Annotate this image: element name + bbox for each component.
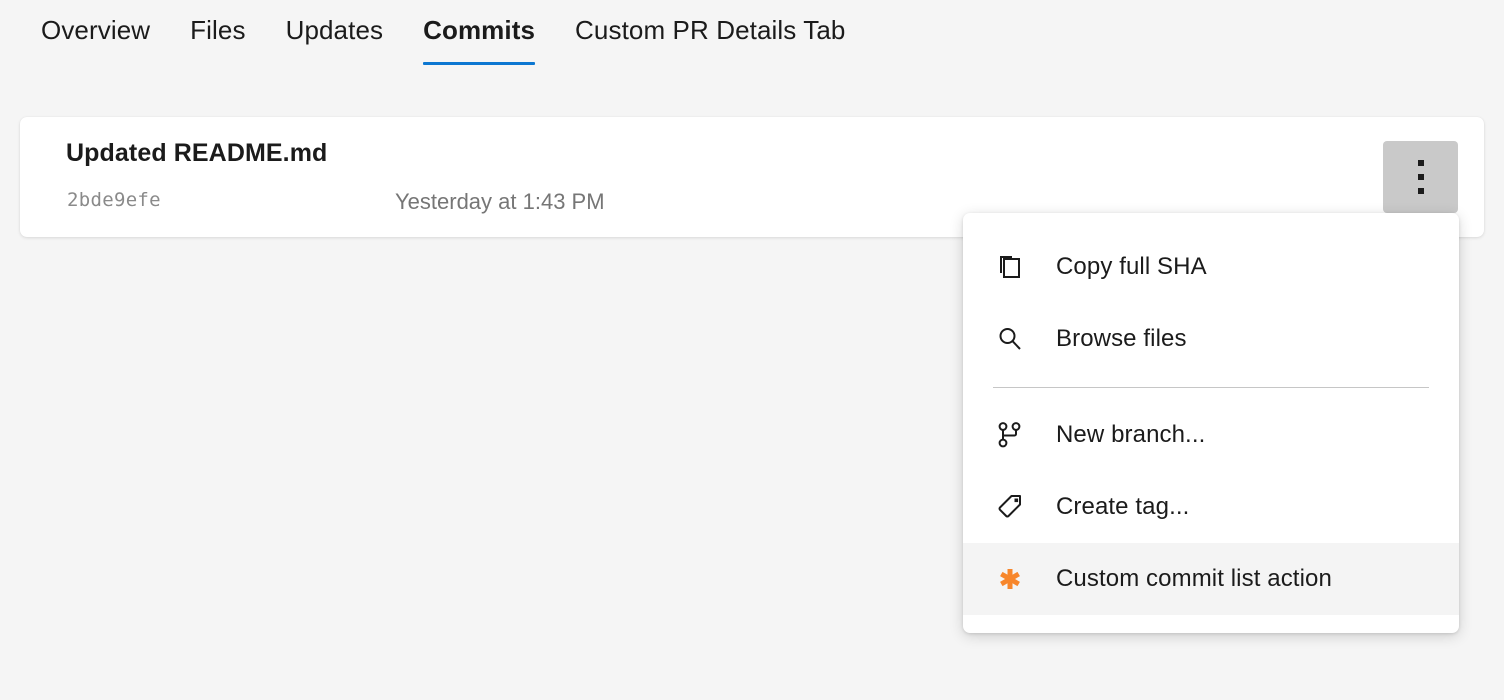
commit-date: Yesterday at 1:43 PM [395, 189, 605, 215]
tab-overview[interactable]: Overview [21, 0, 170, 93]
tab-label: Commits [423, 13, 535, 47]
search-icon [993, 322, 1027, 356]
menu-item-label: Create tag... [1056, 493, 1189, 521]
menu-item-browse-files[interactable]: Browse files [963, 303, 1459, 375]
tab-commits[interactable]: Commits [403, 0, 555, 93]
asterisk-icon [993, 562, 1027, 596]
tab-label: Files [190, 13, 245, 47]
commit-context-menu: Copy full SHA Browse files New branch... [963, 213, 1459, 633]
menu-item-label: Copy full SHA [1056, 253, 1207, 281]
kebab-menu-icon-dot [1418, 174, 1424, 180]
menu-item-create-tag[interactable]: Create tag... [963, 471, 1459, 543]
menu-bottom-padding [963, 615, 1459, 619]
branch-icon [993, 418, 1027, 452]
tab-bar: Overview Files Updates Commits Custom PR… [0, 0, 1504, 84]
tag-icon [993, 490, 1027, 524]
commit-sha: 2bde9efe [67, 189, 161, 211]
active-tab-underline [423, 62, 535, 65]
menu-divider [993, 387, 1429, 388]
kebab-menu-icon-dot [1418, 188, 1424, 194]
copy-icon [993, 250, 1027, 284]
tab-label: Overview [41, 13, 150, 47]
menu-item-label: New branch... [1056, 421, 1205, 449]
tab-files[interactable]: Files [170, 0, 265, 93]
tab-updates[interactable]: Updates [266, 0, 404, 93]
menu-item-custom-commit-list-action[interactable]: Custom commit list action [963, 543, 1459, 615]
kebab-menu-icon-dot [1418, 160, 1424, 166]
menu-item-label: Custom commit list action [1056, 565, 1332, 593]
tab-label: Custom PR Details Tab [575, 13, 845, 47]
commit-context-menu-button[interactable] [1383, 141, 1458, 213]
tab-custom-pr-details[interactable]: Custom PR Details Tab [555, 0, 865, 93]
menu-item-label: Browse files [1056, 325, 1187, 353]
menu-item-new-branch[interactable]: New branch... [963, 399, 1459, 471]
tab-label: Updates [286, 13, 384, 47]
menu-item-copy-full-sha[interactable]: Copy full SHA [963, 231, 1459, 303]
commit-title: Updated README.md [66, 139, 327, 168]
